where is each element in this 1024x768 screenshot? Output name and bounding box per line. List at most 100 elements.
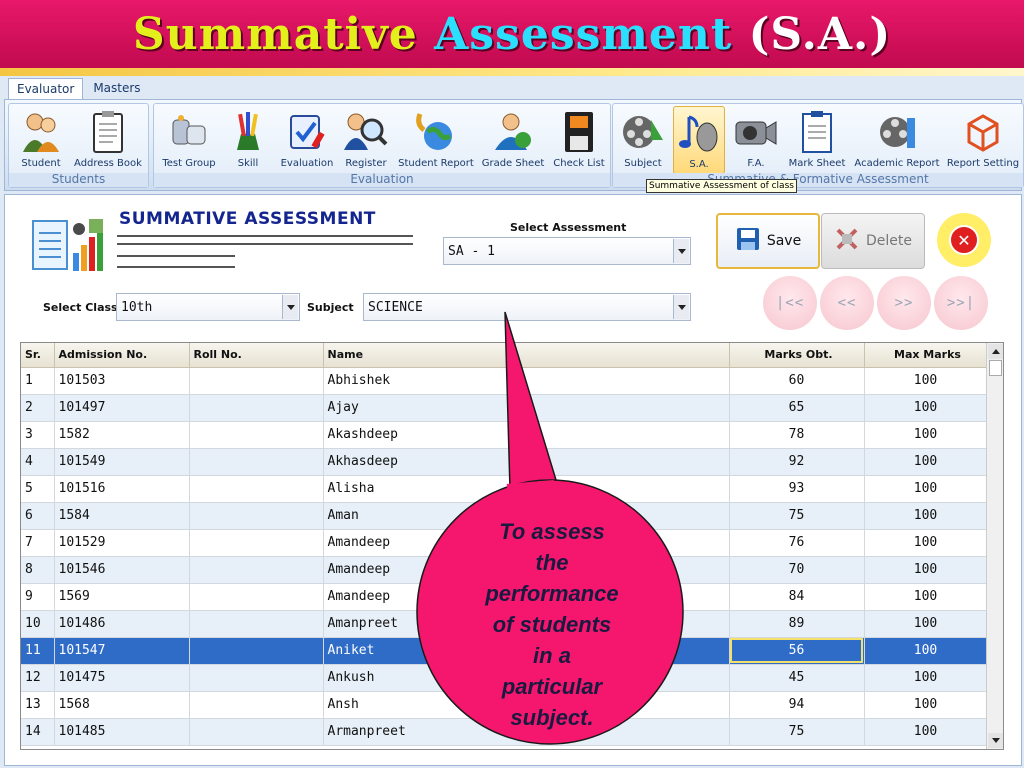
table-cell[interactable]: 100 bbox=[864, 691, 988, 719]
table-cell[interactable]: 92 bbox=[729, 448, 865, 476]
table-cell[interactable] bbox=[189, 367, 324, 395]
table-cell[interactable]: 8 bbox=[21, 556, 55, 584]
table-cell[interactable]: 70 bbox=[729, 556, 865, 584]
table-cell[interactable] bbox=[189, 718, 324, 746]
save-button[interactable]: Save bbox=[716, 213, 820, 269]
table-cell[interactable] bbox=[189, 421, 324, 449]
scroll-down-icon[interactable] bbox=[988, 733, 1003, 748]
select-assessment-dropdown[interactable]: SA - 1 bbox=[443, 237, 691, 265]
table-cell[interactable]: 65 bbox=[729, 394, 865, 422]
academic-report-button[interactable]: Academic Report bbox=[853, 106, 941, 174]
table-cell[interactable]: 101547 bbox=[54, 637, 190, 665]
table-cell[interactable]: 100 bbox=[864, 367, 988, 395]
test-group-button[interactable]: Test Group bbox=[156, 106, 222, 174]
student-report-button[interactable]: Student Report bbox=[396, 106, 476, 174]
delete-button[interactable]: Delete bbox=[821, 213, 925, 269]
table-cell[interactable]: 101485 bbox=[54, 718, 190, 746]
table-cell[interactable]: 101497 bbox=[54, 394, 190, 422]
table-cell[interactable]: 101549 bbox=[54, 448, 190, 476]
table-cell[interactable]: 56 bbox=[729, 637, 865, 665]
table-cell[interactable]: 2 bbox=[21, 394, 55, 422]
table-cell[interactable]: 14 bbox=[21, 718, 55, 746]
table-cell[interactable]: 4 bbox=[21, 448, 55, 476]
table-cell[interactable]: 101529 bbox=[54, 529, 190, 557]
table-cell[interactable]: 6 bbox=[21, 502, 55, 530]
table-cell[interactable]: 1584 bbox=[54, 502, 190, 530]
table-cell[interactable] bbox=[189, 610, 324, 638]
column-header[interactable]: Roll No. bbox=[189, 343, 324, 368]
fa-button[interactable]: F.A. bbox=[731, 106, 781, 174]
table-cell[interactable]: 100 bbox=[864, 448, 988, 476]
table-cell[interactable]: 100 bbox=[864, 664, 988, 692]
table-cell[interactable]: 1582 bbox=[54, 421, 190, 449]
tab-evaluator[interactable]: Evaluator bbox=[8, 78, 84, 100]
student-button[interactable]: Student bbox=[13, 106, 69, 174]
subject-dropdown[interactable]: SCIENCE bbox=[363, 293, 691, 321]
chevron-down-icon[interactable] bbox=[673, 239, 689, 263]
table-cell[interactable]: 84 bbox=[729, 583, 865, 611]
table-cell[interactable] bbox=[189, 529, 324, 557]
table-row[interactable]: 2 101497 Ajay 65 100 bbox=[21, 394, 988, 422]
table-cell[interactable]: 76 bbox=[729, 529, 865, 557]
table-cell[interactable]: 11 bbox=[21, 637, 55, 665]
nav-prev-button[interactable]: << bbox=[820, 276, 874, 330]
table-cell[interactable]: Alisha bbox=[323, 475, 730, 503]
table-cell[interactable]: 100 bbox=[864, 583, 988, 611]
table-cell[interactable]: 89 bbox=[729, 610, 865, 638]
evaluation-button[interactable]: Evaluation bbox=[276, 106, 338, 174]
report-setting-button[interactable]: Report Setting bbox=[945, 106, 1021, 174]
nav-first-button[interactable]: |<< bbox=[763, 276, 817, 330]
register-button[interactable]: Register bbox=[340, 106, 392, 174]
table-cell[interactable]: Akashdeep bbox=[323, 421, 730, 449]
table-cell[interactable]: 13 bbox=[21, 691, 55, 719]
sa-button[interactable]: S.A. bbox=[673, 106, 725, 174]
table-cell[interactable]: 100 bbox=[864, 718, 988, 746]
table-cell[interactable] bbox=[189, 664, 324, 692]
table-cell[interactable]: 101503 bbox=[54, 367, 190, 395]
grade-sheet-button[interactable]: Grade Sheet bbox=[480, 106, 546, 174]
table-cell[interactable]: 5 bbox=[21, 475, 55, 503]
nav-next-button[interactable]: >> bbox=[877, 276, 931, 330]
table-cell[interactable]: 101486 bbox=[54, 610, 190, 638]
table-cell[interactable]: 7 bbox=[21, 529, 55, 557]
check-list-button[interactable]: Check List bbox=[550, 106, 608, 174]
table-cell[interactable]: 100 bbox=[864, 421, 988, 449]
table-cell[interactable] bbox=[189, 583, 324, 611]
table-cell[interactable] bbox=[189, 475, 324, 503]
column-header[interactable]: Name bbox=[323, 343, 730, 368]
table-cell[interactable] bbox=[189, 448, 324, 476]
mark-sheet-button[interactable]: Mark Sheet bbox=[785, 106, 849, 174]
table-cell[interactable] bbox=[189, 556, 324, 584]
table-cell[interactable]: 1569 bbox=[54, 583, 190, 611]
table-cell[interactable]: 12 bbox=[21, 664, 55, 692]
table-cell[interactable]: 3 bbox=[21, 421, 55, 449]
table-cell[interactable]: 1568 bbox=[54, 691, 190, 719]
table-cell[interactable]: 94 bbox=[729, 691, 865, 719]
table-cell[interactable]: 45 bbox=[729, 664, 865, 692]
table-cell[interactable]: 100 bbox=[864, 502, 988, 530]
table-cell[interactable]: 100 bbox=[864, 610, 988, 638]
column-header[interactable]: Marks Obt. bbox=[729, 343, 865, 368]
address-book-button[interactable]: Address Book bbox=[71, 106, 145, 174]
table-cell[interactable]: 101546 bbox=[54, 556, 190, 584]
table-cell[interactable] bbox=[189, 637, 324, 665]
table-cell[interactable]: 1 bbox=[21, 367, 55, 395]
nav-last-button[interactable]: >>| bbox=[934, 276, 988, 330]
column-header[interactable]: Max Marks bbox=[864, 343, 988, 368]
scroll-up-icon[interactable] bbox=[988, 344, 1003, 359]
table-cell[interactable]: Abhishek bbox=[323, 367, 730, 395]
table-cell[interactable] bbox=[189, 691, 324, 719]
column-header[interactable]: Sr. bbox=[21, 343, 55, 368]
table-row[interactable]: 4 101549 Akhasdeep 92 100 bbox=[21, 448, 988, 476]
table-cell[interactable]: Akhasdeep bbox=[323, 448, 730, 476]
subject-button[interactable]: Subject bbox=[617, 106, 669, 174]
table-cell[interactable]: 100 bbox=[864, 529, 988, 557]
table-cell[interactable]: 60 bbox=[729, 367, 865, 395]
chevron-down-icon[interactable] bbox=[673, 295, 689, 319]
table-cell[interactable]: 78 bbox=[729, 421, 865, 449]
table-row[interactable]: 5 101516 Alisha 93 100 bbox=[21, 475, 988, 503]
table-row[interactable]: 3 1582 Akashdeep 78 100 bbox=[21, 421, 988, 449]
table-cell[interactable]: 75 bbox=[729, 718, 865, 746]
table-cell[interactable]: 100 bbox=[864, 394, 988, 422]
vertical-scrollbar[interactable] bbox=[986, 343, 1003, 749]
